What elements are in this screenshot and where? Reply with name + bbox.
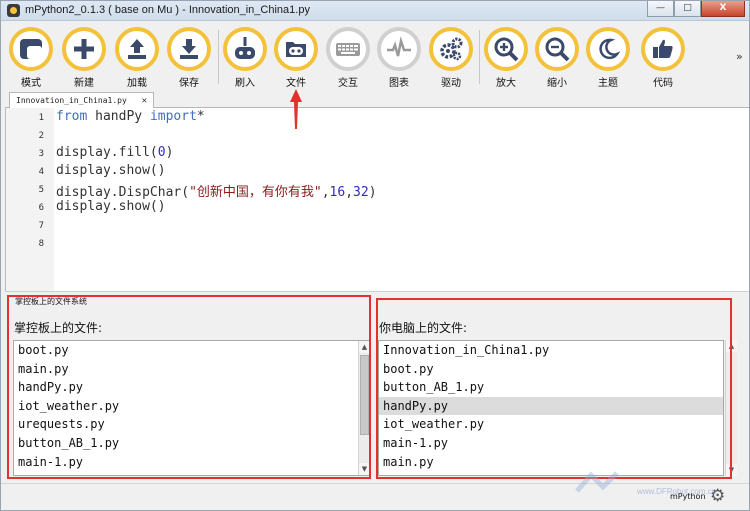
zoom-in-icon <box>494 37 519 62</box>
code-editor[interactable]: 1 2 3 4 5 6 7 8 from handPy import* disp… <box>5 108 749 291</box>
moon-icon <box>599 38 620 60</box>
load-label: 加载 <box>127 78 147 89</box>
code-text: , <box>345 185 354 200</box>
watermark-text: www.DFRobot.com.cn <box>637 487 717 496</box>
gears-icon <box>440 37 463 61</box>
flash-button[interactable]: 刷入 <box>219 27 271 89</box>
tab-label: Innovation_in_China1.py <box>16 96 127 105</box>
drivers-label: 驱动 <box>441 78 461 89</box>
tab-bar: Innovation_in_China1.py ✕ <box>5 91 749 108</box>
board-flash-icon <box>235 37 255 59</box>
theme-button[interactable]: 主题 <box>582 27 634 89</box>
download-icon <box>180 39 198 59</box>
toolbar-overflow-button[interactable]: » <box>736 50 743 63</box>
keyword: import <box>149 109 197 124</box>
drivers-button[interactable]: 驱动 <box>425 27 477 89</box>
line-number: 4 <box>38 167 44 177</box>
code-text: display.fill( <box>56 145 158 160</box>
line-number: 2 <box>38 131 44 141</box>
files-button[interactable]: 文件 <box>270 27 322 89</box>
annotation-box-computer <box>376 298 732 479</box>
zoom-in-button[interactable]: 放大 <box>480 27 532 89</box>
file-system-panel: 掌控板上的文件系统 掌控板上的文件: boot.py main.py handP… <box>5 291 749 483</box>
mode-button[interactable]: 模式 <box>5 27 57 89</box>
toolbar: 模式 新建 加载 保存 刷入 文件 交互 图表 驱动 放大 缩小 主题 代码 » <box>1 22 749 90</box>
line-number: 6 <box>38 203 44 213</box>
module-name: handPy <box>87 109 150 124</box>
close-window-button[interactable]: X <box>701 1 745 17</box>
new-label: 新建 <box>74 78 94 89</box>
code-line-4: display.show() <box>56 163 166 178</box>
number-literal: 32 <box>353 185 369 200</box>
zoom-out-icon <box>545 37 570 62</box>
thumbs-up-icon <box>653 39 673 58</box>
minimize-button[interactable]: — <box>647 1 674 17</box>
code-line-6: display.show() <box>56 199 166 214</box>
code-text: ) <box>368 185 377 200</box>
mode-label: 模式 <box>21 78 41 89</box>
zoom-in-label: 放大 <box>496 78 516 89</box>
check-code-label: 代码 <box>653 78 673 89</box>
line-number: 5 <box>38 185 44 195</box>
line-number: 7 <box>38 221 44 231</box>
maximize-button[interactable]: □ <box>674 1 701 17</box>
app-logo-icon <box>7 4 20 17</box>
save-button[interactable]: 保存 <box>163 27 215 89</box>
line-number: 3 <box>38 149 44 159</box>
code-text: ) <box>165 145 174 160</box>
window-title: mPython2_0.1.3 ( base on Mu ) - Innovati… <box>25 4 310 16</box>
code-line-3: display.fill(0) <box>56 145 173 160</box>
check-code-button[interactable]: 代码 <box>637 27 689 89</box>
title-bar: mPython2_0.1.3 ( base on Mu ) - Innovati… <box>1 1 749 21</box>
plus-icon <box>74 39 94 59</box>
code-line-5: display.DispChar("创新中国，有你有我",16,32) <box>56 181 377 200</box>
files-label: 文件 <box>286 78 306 89</box>
mode-icon <box>20 39 42 59</box>
code-line-1: from handPy import* <box>56 109 205 124</box>
tab-close-icon[interactable]: ✕ <box>142 96 147 106</box>
code-text: display.DispChar( <box>56 185 190 200</box>
import-star: * <box>196 109 205 124</box>
save-label: 保存 <box>179 78 199 89</box>
watermark: www.DFRobot.com.cn <box>573 465 749 501</box>
keyboard-icon <box>336 43 360 56</box>
line-number: 8 <box>38 239 44 249</box>
zoom-out-button[interactable]: 缩小 <box>531 27 583 89</box>
flash-label: 刷入 <box>235 78 255 89</box>
tab-innovation-in-china1[interactable]: Innovation_in_China1.py ✕ <box>9 92 155 108</box>
repl-button[interactable]: 交互 <box>322 27 374 89</box>
watermark-logo-icon <box>575 471 619 493</box>
annotation-arrow-icon <box>290 89 302 129</box>
board-files-icon <box>286 42 306 57</box>
plotter-button[interactable]: 图表 <box>373 27 425 89</box>
annotation-box-device <box>7 295 371 479</box>
code-text: , <box>321 185 330 200</box>
number-literal: 0 <box>157 145 166 160</box>
pulse-icon <box>387 36 411 57</box>
line-number-gutter: 1 2 3 4 5 6 7 8 <box>6 108 54 291</box>
upload-icon <box>128 39 146 59</box>
app-window: mPython2_0.1.3 ( base on Mu ) - Innovati… <box>0 0 750 511</box>
line-number: 1 <box>38 113 44 123</box>
window-controls: — □ X <box>647 1 745 17</box>
zoom-out-label: 缩小 <box>547 78 567 89</box>
repl-label: 交互 <box>338 78 358 89</box>
theme-label: 主题 <box>598 78 618 89</box>
new-button[interactable]: 新建 <box>58 27 110 89</box>
keyword: from <box>56 109 88 124</box>
string-literal: "创新中国，有你有我" <box>189 185 322 200</box>
plotter-label: 图表 <box>389 78 409 89</box>
load-button[interactable]: 加载 <box>111 27 163 89</box>
number-literal: 16 <box>329 185 346 200</box>
